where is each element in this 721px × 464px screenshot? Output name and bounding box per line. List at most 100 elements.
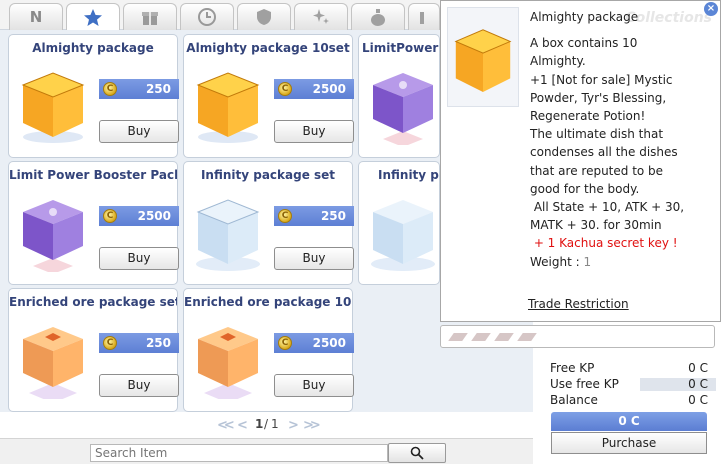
free-kp-value: 0 C	[688, 361, 708, 375]
item-title: Infinity pac	[378, 168, 439, 182]
desc-line: All State + 10, ATK + 30,	[530, 200, 685, 215]
ice-box-icon	[196, 199, 260, 271]
item-price: C 250	[99, 333, 179, 353]
coin-icon: C	[103, 82, 117, 96]
free-kp-label: Free KP	[550, 361, 595, 375]
tab-consumables[interactable]	[351, 3, 405, 30]
ore-box-icon	[198, 327, 258, 399]
tab-new-label: N	[29, 8, 43, 26]
star-icon	[84, 8, 102, 26]
ice-box-icon	[371, 200, 435, 271]
sparkle-icon	[313, 9, 329, 24]
buy-button[interactable]: Buy	[99, 374, 179, 397]
item-price: C 250	[99, 79, 179, 99]
desc-line: that are reputed to be	[530, 163, 664, 178]
purchase-button[interactable]: Purchase	[551, 432, 707, 454]
weight-line: Weight : 1	[530, 253, 710, 271]
weight-value: 1	[583, 254, 592, 269]
desc-line: The ultimate dish that	[530, 127, 664, 142]
next-page-icon[interactable]: >	[288, 418, 299, 433]
item-detail-tooltip: Collections × Almighty package A box con…	[440, 0, 721, 322]
use-free-kp-row: Use free KP 0 C	[550, 377, 716, 392]
ore-box-icon	[23, 327, 83, 399]
desc-line: Powder, Tyr's Blessing,	[530, 90, 667, 105]
item-card-limitpowerbo[interactable]: LimitPowerBo	[358, 34, 440, 158]
orange-box-icon	[196, 72, 260, 143]
item-card-enriched-ore-package-10-set[interactable]: Enriched ore package 10 set C 2500 Buy	[183, 288, 354, 412]
tab-gift[interactable]	[123, 3, 177, 30]
trade-restriction-link[interactable]: Trade Restriction	[528, 297, 629, 311]
empty-slot	[448, 333, 468, 341]
overflow-tab-icon	[420, 12, 424, 24]
price-value: 2500	[312, 336, 346, 350]
desc-line: +1 [Not for sale] Mystic	[530, 72, 673, 87]
search-button[interactable]	[388, 443, 446, 463]
use-free-kp-value: 0 C	[688, 377, 708, 391]
item-title: Limit Power Booster Packa…	[9, 168, 177, 182]
orange-box-icon	[21, 72, 85, 143]
tab-equipment[interactable]	[237, 3, 291, 30]
item-description: Almighty package A box contains 10 Almig…	[530, 8, 710, 271]
item-card-enriched-ore-package-set[interactable]: Enriched ore package set C 250 Buy	[8, 288, 179, 412]
item-card-almighty-package-10set[interactable]: Almighty package 10set C 2500 Buy	[183, 34, 354, 158]
item-card-infinity-pac[interactable]: Infinity pac	[358, 161, 440, 285]
item-title: Almighty package	[32, 41, 154, 55]
balance-row: Balance 0 C	[550, 393, 716, 408]
prev-page-icon[interactable]: <	[237, 418, 248, 433]
pagination: << < 1 / 1 > >>	[215, 417, 325, 435]
item-title: Almighty package 10set	[186, 41, 350, 55]
empty-slot	[517, 333, 537, 341]
tab-new[interactable]: N	[9, 3, 63, 30]
clock-icon	[198, 8, 216, 26]
coin-icon: C	[278, 82, 292, 96]
last-page-icon[interactable]: >>	[303, 418, 321, 433]
current-page: 1	[255, 417, 264, 431]
gift-box-icon	[142, 12, 158, 25]
weight-label: Weight :	[530, 254, 584, 269]
balance-value: 0 C	[688, 393, 708, 407]
purple-box-icon	[23, 200, 83, 272]
tab-effects[interactable]	[294, 3, 348, 30]
item-card-almighty-package[interactable]: Almighty package C 250 Buy	[8, 34, 179, 158]
balance-label: Balance	[550, 393, 598, 407]
item-title: Enriched ore package 10 set	[184, 295, 352, 309]
desc-line: good for the body.	[530, 181, 640, 196]
search-input[interactable]	[90, 444, 388, 462]
bonus-line: + 1 Kachua secret key !	[530, 236, 678, 251]
item-title: Enriched ore package set	[9, 295, 177, 309]
card-slots	[440, 325, 715, 348]
item-detail-image	[447, 7, 519, 107]
item-price: C 250	[274, 206, 354, 226]
desc-line: A box contains 10	[530, 36, 638, 51]
first-page-icon[interactable]: <<	[217, 418, 235, 433]
free-kp-row: Free KP 0 C	[550, 361, 716, 376]
buy-button[interactable]: Buy	[99, 120, 179, 143]
item-card-limit-power-booster-package[interactable]: Limit Power Booster Packa… C 2500 Buy	[8, 161, 179, 285]
price-value: 2500	[312, 82, 346, 96]
empty-slot	[494, 333, 514, 341]
coin-icon: C	[278, 336, 292, 350]
price-value: 250	[145, 82, 171, 96]
item-price: C 2500	[274, 333, 354, 353]
empty-slot	[471, 333, 491, 341]
tab-time[interactable]	[180, 3, 234, 30]
item-price: C 2500	[99, 206, 179, 226]
total-pages: 1	[271, 417, 279, 431]
buy-button[interactable]: Buy	[274, 374, 354, 397]
coin-icon: C	[103, 209, 117, 223]
item-title: LimitPowerBo	[362, 41, 439, 55]
search-bar	[0, 438, 533, 464]
item-price: C 2500	[274, 79, 354, 99]
kp-summary: Free KP 0 C Use free KP 0 C Balance 0 C …	[540, 353, 721, 464]
tab-more[interactable]	[408, 3, 440, 30]
buy-button[interactable]: Buy	[99, 247, 179, 270]
tab-favorites[interactable]	[66, 3, 120, 31]
buy-button[interactable]: Buy	[274, 247, 354, 270]
price-value: 2500	[137, 209, 171, 223]
buy-button[interactable]: Buy	[274, 120, 354, 143]
item-name: Almighty package	[530, 10, 639, 24]
item-card-infinity-package-set[interactable]: Infinity package set C 250 Buy	[183, 161, 354, 285]
item-title: Infinity package set	[200, 168, 336, 182]
orange-box-icon	[454, 29, 512, 92]
coin-icon: C	[278, 209, 292, 223]
